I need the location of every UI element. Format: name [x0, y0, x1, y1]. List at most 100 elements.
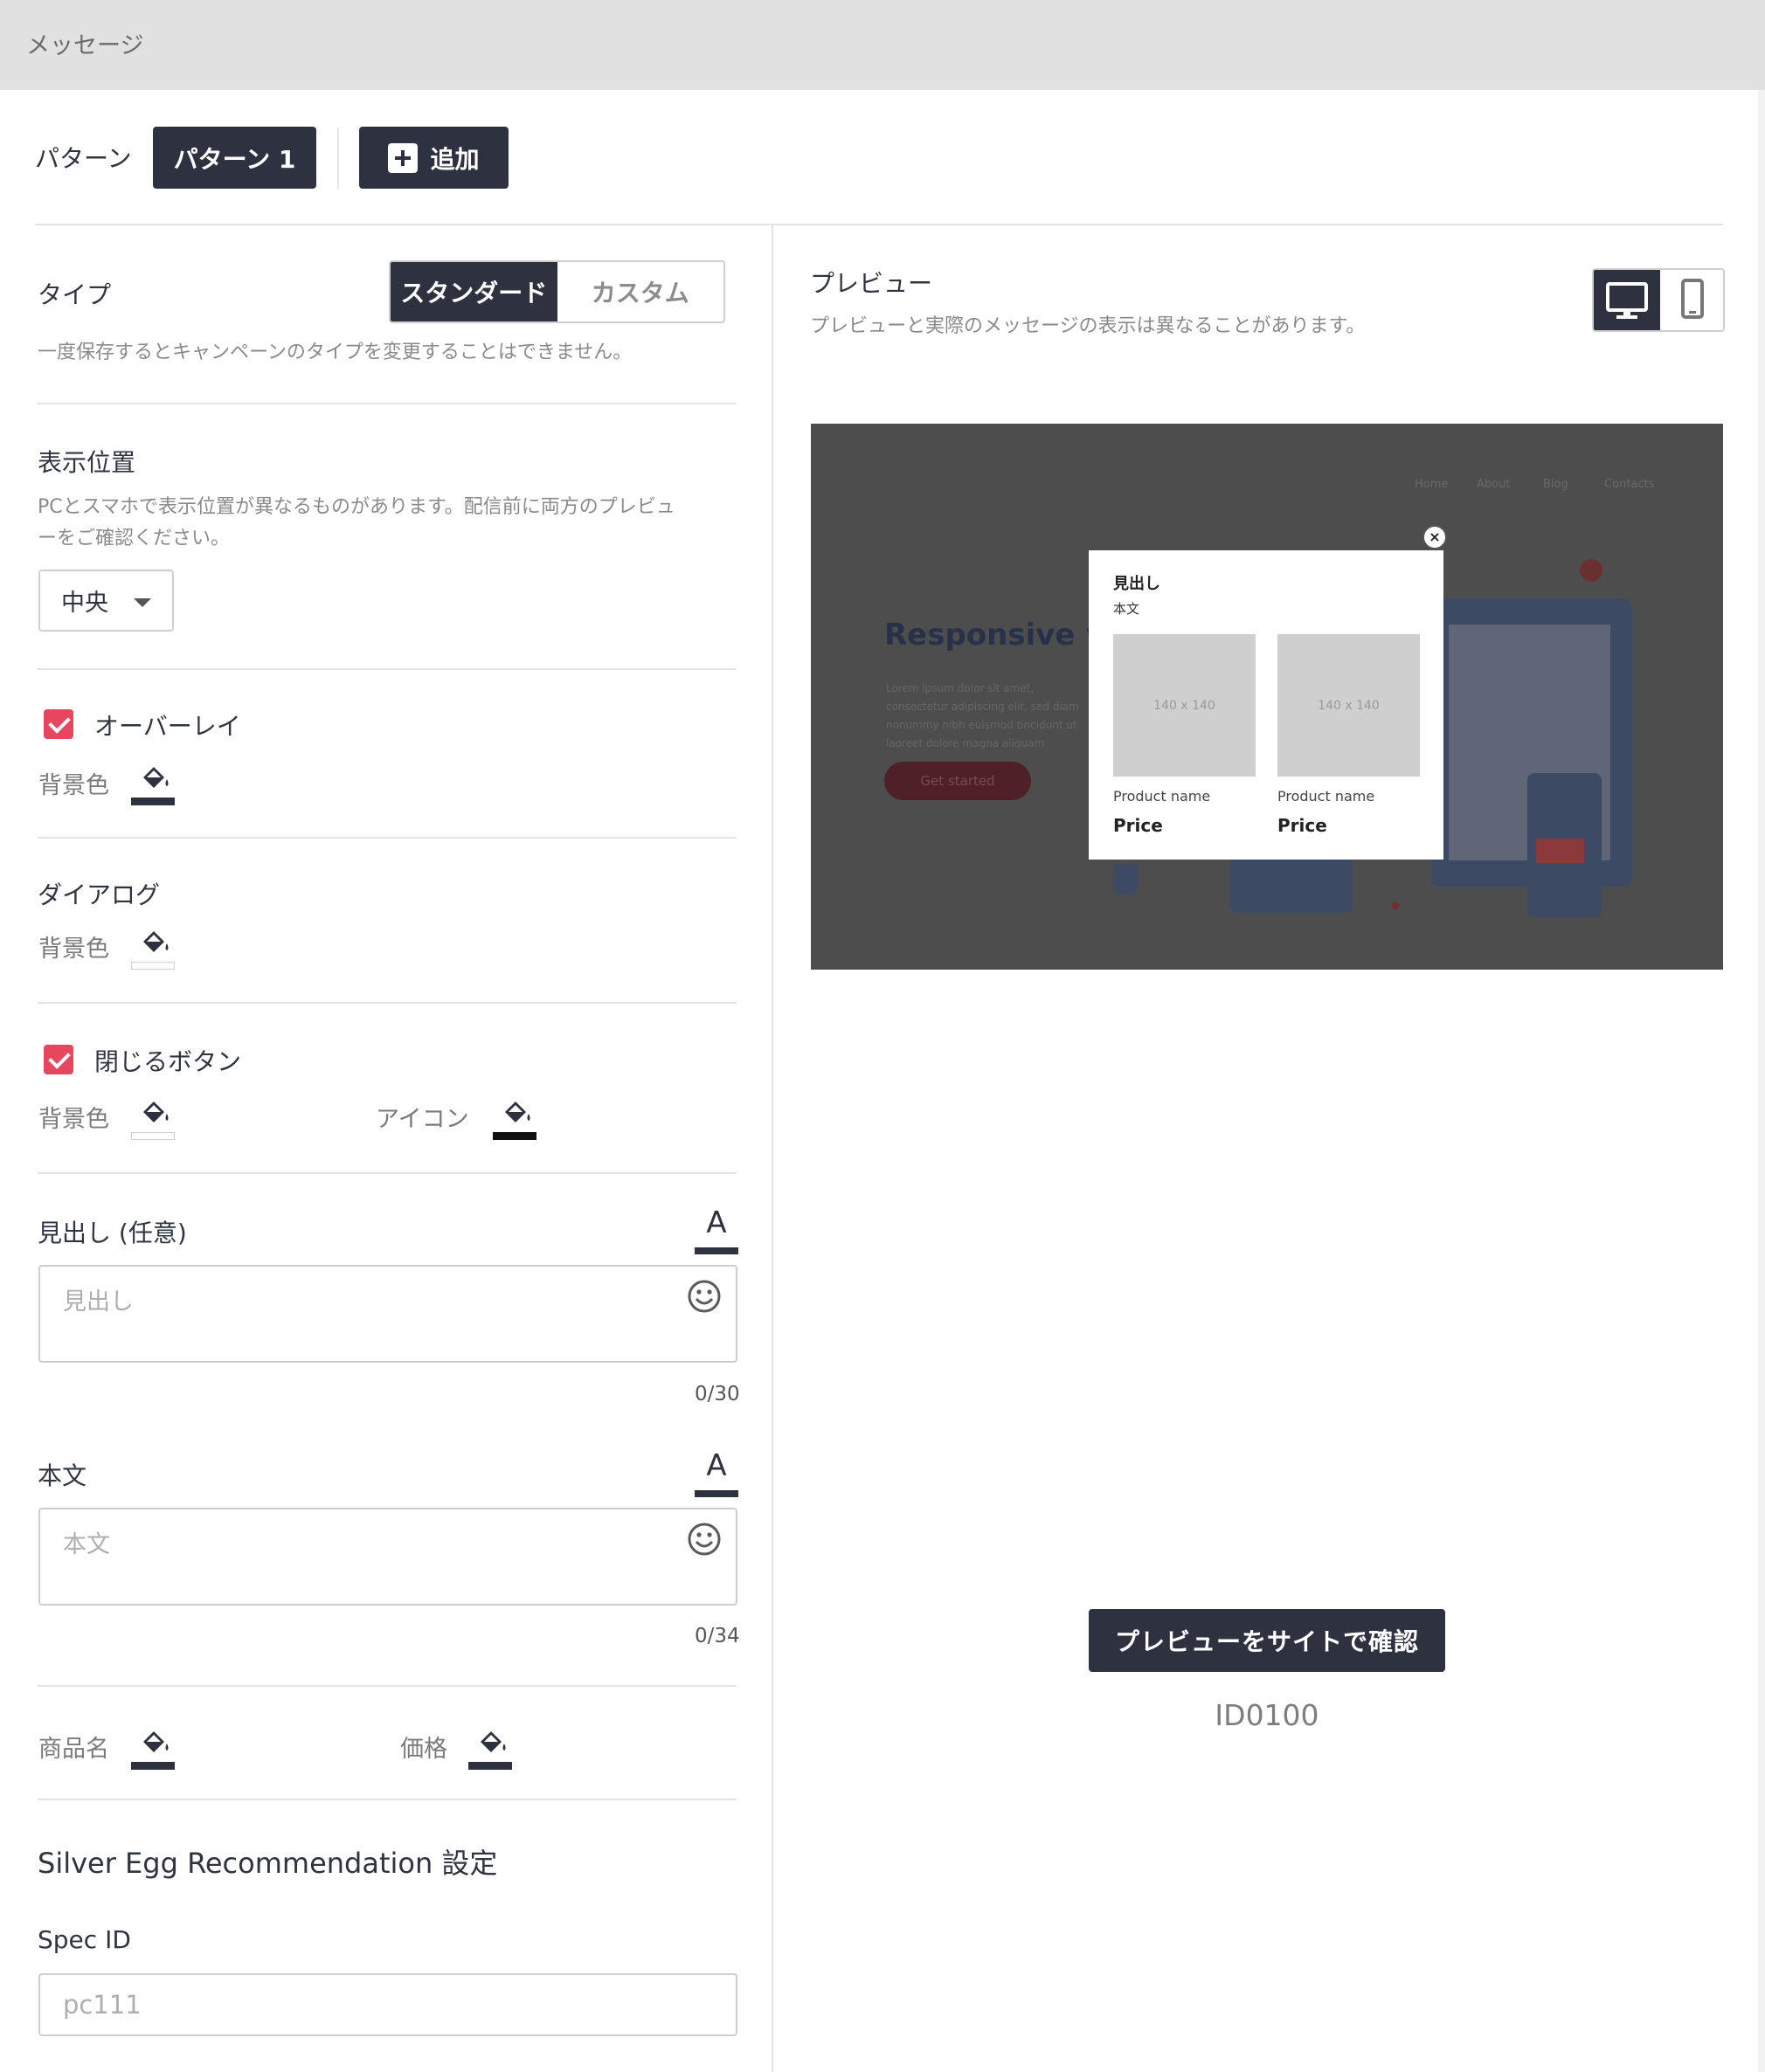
dialog-bg-label: 背景色	[38, 936, 109, 963]
position-help-text: PCとスマホで表示位置が異なるものがあります。配信前に両方のプレビュ	[38, 496, 675, 518]
paint-bucket-icon	[143, 767, 169, 788]
font-color-icon: A	[706, 1448, 727, 1483]
position-help-text-2: ーをご確認ください。	[38, 528, 231, 549]
preview-nav-home: Home	[1415, 478, 1449, 491]
pattern-1-button[interactable]: パターン 1	[153, 127, 316, 189]
product-name: Product name	[1277, 788, 1375, 805]
recommendation-title: Silver Egg Recommendation 設定	[38, 1847, 498, 1880]
mobile-toggle[interactable]	[1660, 270, 1723, 330]
desktop-toggle[interactable]	[1594, 270, 1660, 330]
type-option-standard[interactable]: スタンダード	[391, 262, 557, 321]
preview-cta: Get started	[884, 762, 1031, 800]
overlay-bg-color-picker[interactable]	[131, 760, 176, 805]
position-select[interactable]: 中央	[38, 570, 174, 632]
overlay-checkbox[interactable]	[44, 709, 73, 739]
color-swatch	[131, 798, 175, 805]
divider	[38, 837, 737, 839]
overlay-label: オーバーレイ	[94, 712, 241, 741]
paint-bucket-icon	[143, 931, 169, 952]
type-label: タイプ	[38, 280, 112, 309]
illustration-phone-block	[1536, 839, 1584, 863]
emoji-icon[interactable]	[687, 1522, 722, 1557]
color-swatch	[131, 1762, 175, 1770]
paint-bucket-icon	[481, 1731, 506, 1752]
body-counter: 0/34	[695, 1625, 740, 1647]
divider	[38, 1685, 737, 1687]
heading-counter: 0/30	[695, 1383, 740, 1406]
divider	[38, 668, 737, 670]
paint-bucket-icon	[143, 1102, 169, 1122]
heading-placeholder: 見出し	[63, 1288, 134, 1316]
plus-icon	[388, 142, 419, 173]
close-button-icon-label: アイコン	[376, 1106, 469, 1133]
position-label: 表示位置	[38, 448, 136, 477]
add-pattern-button[interactable]: 追加	[359, 127, 509, 189]
divider	[337, 128, 339, 189]
header-bar: メッセージ	[0, 0, 1765, 90]
preview-nav-contacts: Contacts	[1604, 478, 1655, 491]
paint-bucket-icon	[143, 1731, 169, 1752]
preview-hero-text: Lorem ipsum dolor sit amet, consectetur …	[886, 682, 1079, 749]
mobile-icon	[1681, 279, 1704, 319]
close-button-checkbox[interactable]	[44, 1045, 73, 1074]
product-price: Price	[1277, 815, 1327, 836]
dialog-bg-color-picker[interactable]	[131, 924, 176, 970]
heading-input[interactable]: 見出し	[38, 1265, 737, 1363]
color-swatch	[131, 962, 175, 970]
preview-nav-blog: Blog	[1543, 478, 1568, 491]
color-swatch	[468, 1762, 512, 1770]
divider	[38, 1172, 737, 1174]
preview-nav-about: About	[1477, 478, 1511, 491]
pattern-label: パターン	[35, 144, 132, 173]
color-swatch	[493, 1132, 536, 1140]
preview-on-site-button[interactable]: プレビューをサイトで確認	[1089, 1609, 1445, 1672]
illustration-person	[1580, 559, 1602, 582]
close-icon: ×	[1422, 525, 1447, 549]
close-button-bg-label: 背景色	[38, 1106, 109, 1133]
position-select-value: 中央	[61, 590, 108, 617]
body-font-color-picker[interactable]: A	[695, 1448, 738, 1497]
close-button-bg-color-picker[interactable]	[131, 1095, 176, 1140]
illustration-plant	[1113, 865, 1138, 894]
preview-dialog-heading: 見出し	[1113, 575, 1160, 593]
spec-id-input[interactable]: pc111	[38, 1973, 737, 2036]
divider	[35, 224, 1723, 225]
product-image-placeholder: 140 x 140	[1113, 634, 1256, 777]
color-swatch	[695, 1247, 738, 1254]
column-divider	[772, 225, 773, 2072]
close-button-label: 閉じるボタン	[94, 1047, 242, 1076]
color-swatch	[131, 1132, 175, 1140]
product-image-placeholder: 140 x 140	[1277, 634, 1420, 777]
divider	[38, 1002, 737, 1004]
price-color-picker[interactable]	[468, 1724, 514, 1770]
dialog-label: ダイアログ	[38, 881, 161, 909]
preview-id: ID0100	[1215, 1698, 1319, 1732]
spec-id-label: Spec ID	[38, 1925, 131, 1954]
page-title: メッセージ	[26, 32, 144, 59]
body-label: 本文	[38, 1461, 87, 1490]
type-help-text: 一度保存するとキャンペーンのタイプを変更することはできません。	[38, 342, 633, 363]
paint-bucket-icon	[505, 1102, 530, 1122]
desktop-icon	[1606, 282, 1648, 319]
body-placeholder: 本文	[63, 1531, 110, 1558]
scrollbar-track	[1758, 90, 1765, 2072]
font-color-icon: A	[706, 1205, 727, 1240]
type-option-custom[interactable]: カスタム	[557, 262, 723, 321]
product-name-color-picker[interactable]	[131, 1724, 176, 1770]
preview-dialog-body: 本文	[1113, 601, 1140, 617]
body-input[interactable]: 本文	[38, 1508, 737, 1606]
emoji-icon[interactable]	[687, 1279, 722, 1314]
spec-id-value: pc111	[63, 1990, 142, 2020]
preview-label: プレビュー	[810, 269, 933, 298]
heading-font-color-picker[interactable]: A	[695, 1205, 738, 1254]
price-color-label: 価格	[400, 1736, 447, 1763]
product-name-color-label: 商品名	[38, 1736, 109, 1763]
chevron-down-icon	[134, 598, 151, 607]
divider	[38, 403, 737, 404]
overlay-bg-label: 背景色	[38, 772, 109, 799]
message-preview: Home About Blog Contacts Responsive wel …	[811, 424, 1723, 970]
type-segmented-control: スタンダード カスタム	[389, 260, 725, 323]
preview-note: プレビューと実際のメッセージの表示は異なることがあります。	[810, 315, 1366, 337]
close-button-icon-color-picker[interactable]	[493, 1095, 538, 1140]
divider	[38, 1799, 737, 1800]
